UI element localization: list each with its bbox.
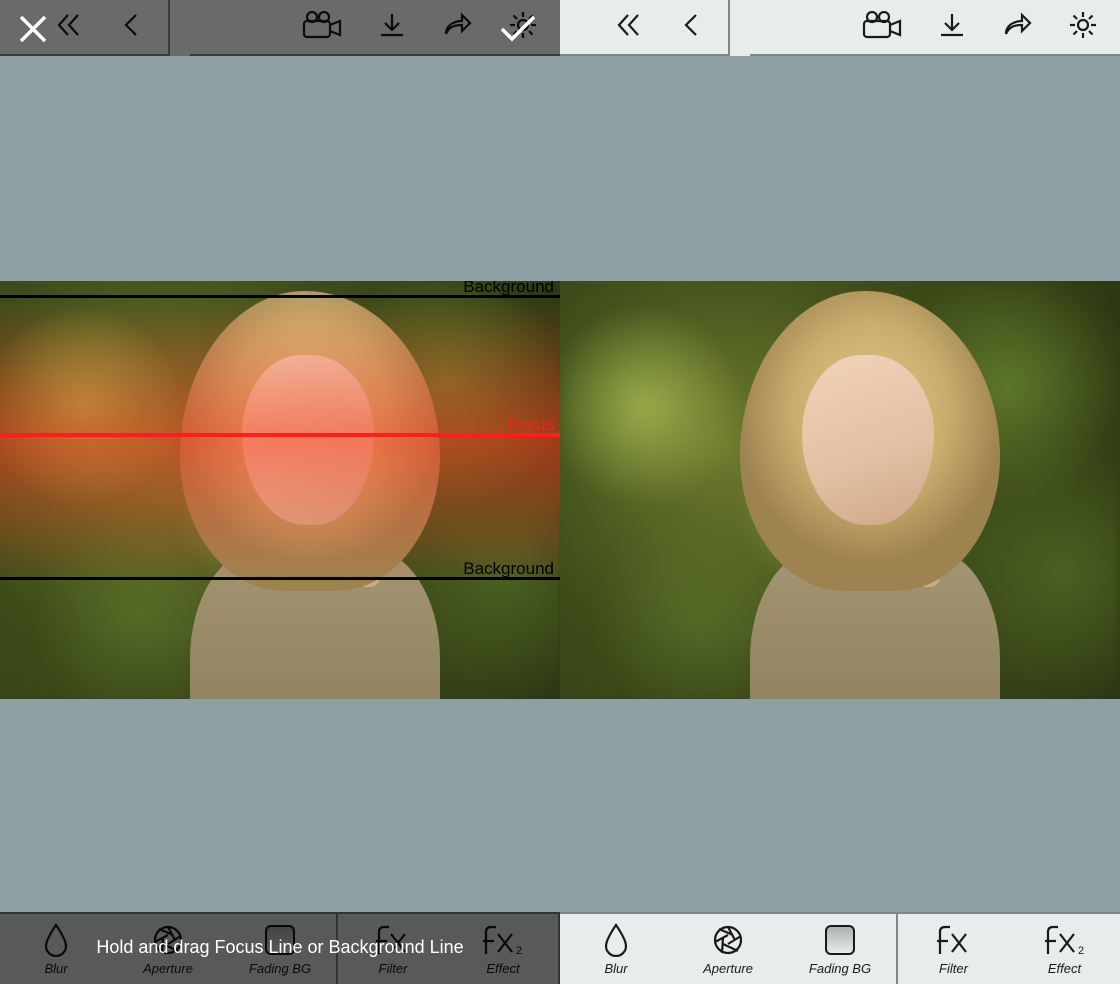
video-icon[interactable] xyxy=(302,11,342,44)
svg-text:2: 2 xyxy=(1078,945,1084,956)
topbar-right-group xyxy=(750,0,1120,56)
tab-blur-label: Blur xyxy=(44,961,67,976)
tab-effect[interactable]: 2 Effect xyxy=(1009,914,1120,984)
focus-line[interactable]: Focus xyxy=(0,433,560,437)
close-icon[interactable] xyxy=(16,12,50,51)
canvas-left[interactable]: Background Focus Background xyxy=(0,56,560,912)
tab-effect[interactable]: 2 Effect xyxy=(448,914,558,984)
back-icon[interactable] xyxy=(122,12,140,43)
confirm-check-icon[interactable] xyxy=(498,12,538,49)
background-line-bottom-label: Background xyxy=(463,559,554,579)
photo-left: Background Focus Background xyxy=(0,281,560,699)
tab-fading-label: Fading BG xyxy=(809,961,871,976)
double-back-icon[interactable] xyxy=(616,12,646,43)
phone-right-result: Blur Aperture Fading BG Filter xyxy=(560,0,1120,984)
phone-left-editing: Background Focus Background Blur A xyxy=(0,0,560,984)
tab-blur[interactable]: Blur xyxy=(0,914,112,984)
video-icon[interactable] xyxy=(862,11,902,44)
tab-filter[interactable]: Filter xyxy=(898,914,1009,984)
gear-icon[interactable] xyxy=(1068,10,1098,45)
background-line-bottom[interactable]: Background xyxy=(0,577,560,580)
tab-aperture-label: Aperture xyxy=(703,961,753,976)
tab-filter-label: Filter xyxy=(939,961,968,976)
tab-blur[interactable]: Blur xyxy=(560,914,672,984)
tab-effect-label: Effect xyxy=(486,961,519,976)
tab-fading-bg[interactable]: Fading BG xyxy=(784,914,896,984)
bottom-group-1: Blur Aperture Fading BG xyxy=(560,912,898,984)
background-line-top-label: Background xyxy=(463,281,554,297)
share-icon[interactable] xyxy=(1002,12,1032,43)
fading-bg-icon xyxy=(825,922,855,958)
subject-person xyxy=(740,291,1000,699)
download-icon[interactable] xyxy=(938,11,966,44)
photo-right xyxy=(560,281,1120,699)
blur-icon xyxy=(603,922,629,958)
double-back-icon[interactable] xyxy=(56,12,86,43)
svg-text:2: 2 xyxy=(516,945,522,956)
download-icon[interactable] xyxy=(378,11,406,44)
tab-blur-label: Blur xyxy=(604,961,627,976)
focus-line-label: Focus xyxy=(508,415,554,435)
aperture-icon xyxy=(712,922,744,958)
back-icon[interactable] xyxy=(682,12,700,43)
topbar-left-group xyxy=(560,0,730,56)
subject-person xyxy=(180,291,440,699)
bottom-group-2: Filter 2 Effect xyxy=(898,912,1120,984)
tab-fading-label: Fading BG xyxy=(249,961,311,976)
effect-fx2-icon: 2 xyxy=(1042,922,1088,958)
bottombar-right: Blur Aperture Fading BG Filter xyxy=(560,912,1120,984)
canvas-right[interactable] xyxy=(560,56,1120,912)
tab-effect-label: Effect xyxy=(1048,961,1081,976)
topbar-left xyxy=(0,0,560,56)
tab-aperture[interactable]: Aperture xyxy=(672,914,784,984)
background-line-top[interactable]: Background xyxy=(0,295,560,298)
topbar-right xyxy=(560,0,1120,56)
share-icon[interactable] xyxy=(442,12,472,43)
filter-fx-icon xyxy=(934,922,974,958)
blur-icon xyxy=(43,922,69,958)
tab-filter-label: Filter xyxy=(379,961,408,976)
hint-toast: Hold and drag Focus Line or Background L… xyxy=(96,937,463,958)
bottombar-left: Blur Aperture Fading BG Filter xyxy=(0,912,560,984)
tab-aperture-label: Aperture xyxy=(143,961,193,976)
effect-fx2-icon: 2 xyxy=(480,922,526,958)
